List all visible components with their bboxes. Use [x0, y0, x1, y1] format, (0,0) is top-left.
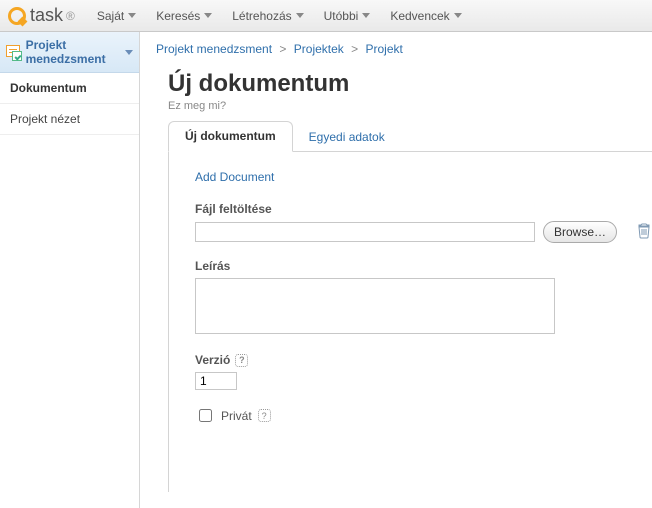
- file-label: Fájl feltöltése: [195, 202, 626, 216]
- menu-label: Kedvencek: [390, 9, 449, 23]
- menu-kedvencek[interactable]: Kedvencek: [380, 0, 471, 32]
- main-content: Projekt menedzsment > Projektek > Projek…: [140, 32, 652, 508]
- tab-label: Egyedi adatok: [309, 130, 385, 144]
- field-private: Privát ?: [195, 406, 626, 425]
- chevron-down-icon: [454, 13, 462, 18]
- browse-button[interactable]: Browse…: [543, 221, 617, 243]
- tab-label: Új dokumentum: [185, 129, 276, 143]
- breadcrumb-link[interactable]: Projekt menedzsment: [156, 42, 272, 56]
- private-checkbox[interactable]: [199, 409, 212, 422]
- breadcrumb-link[interactable]: Projektek: [294, 42, 344, 56]
- sidebar-item-label: Dokumentum: [10, 81, 87, 95]
- menu-letrehozas[interactable]: Létrehozás: [222, 0, 313, 32]
- trash-svg: [637, 223, 651, 239]
- field-file: Fájl feltöltése Browse…: [195, 202, 626, 243]
- app-logo: task ®: [8, 5, 75, 26]
- sidebar-item-label: Projekt nézet: [10, 112, 80, 126]
- menu-label: Utóbbi: [324, 9, 359, 23]
- chevron-down-icon: [204, 13, 212, 18]
- page-hint-link[interactable]: Ez meg mi?: [140, 98, 652, 122]
- menu-label: Saját: [97, 9, 124, 23]
- logo-mark-icon: [8, 7, 26, 25]
- menu-sajat[interactable]: Saját: [87, 0, 146, 32]
- private-label: Privát: [221, 409, 252, 423]
- file-path-input[interactable]: [195, 222, 535, 242]
- breadcrumb-link[interactable]: Projekt: [366, 42, 403, 56]
- menu-kereses[interactable]: Keresés: [146, 0, 222, 32]
- tab-uj-dokumentum[interactable]: Új dokumentum: [168, 121, 293, 152]
- breadcrumb-separator: >: [279, 42, 286, 56]
- sidebar: Projekt menedzsment Dokumentum Projekt n…: [0, 32, 140, 508]
- chevron-down-icon: [128, 13, 136, 18]
- menu-utobbi[interactable]: Utóbbi: [314, 0, 381, 32]
- field-description: Leírás: [195, 259, 626, 337]
- top-menubar: task ® Saját Keresés Létrehozás Utóbbi K…: [0, 0, 652, 32]
- help-icon[interactable]: ?: [258, 409, 271, 422]
- breadcrumb: Projekt menedzsment > Projektek > Projek…: [140, 42, 652, 62]
- sidebar-header-label: Projekt menedzsment: [26, 38, 119, 66]
- sidebar-header[interactable]: Projekt menedzsment: [0, 32, 139, 73]
- chevron-down-icon: [296, 13, 304, 18]
- menu-label: Létrehozás: [232, 9, 291, 23]
- description-textarea[interactable]: [195, 278, 555, 334]
- sidebar-item-dokumentum[interactable]: Dokumentum: [0, 73, 139, 104]
- breadcrumb-separator: >: [351, 42, 358, 56]
- help-icon[interactable]: ?: [235, 354, 248, 367]
- logo-suffix: ®: [66, 9, 75, 23]
- tab-egyedi-adatok[interactable]: Egyedi adatok: [293, 123, 401, 152]
- menu-label: Keresés: [156, 9, 200, 23]
- chevron-down-icon: [125, 50, 133, 55]
- logo-text: task: [30, 5, 63, 26]
- sidebar-item-projekt-nezet[interactable]: Projekt nézet: [0, 104, 139, 135]
- trash-icon[interactable]: [637, 223, 651, 242]
- project-management-icon: [6, 45, 20, 59]
- field-version: Verzió ?: [195, 353, 626, 390]
- version-label: Verzió: [195, 353, 230, 367]
- chevron-down-icon: [362, 13, 370, 18]
- tab-bar: Új dokumentum Egyedi adatok: [168, 122, 652, 152]
- page-title: Új dokumentum: [140, 62, 652, 98]
- add-document-link[interactable]: Add Document: [195, 170, 274, 184]
- form-panel: Add Document Fájl feltöltése Browse… Leí…: [168, 152, 652, 492]
- version-input[interactable]: [195, 372, 237, 390]
- description-label: Leírás: [195, 259, 626, 273]
